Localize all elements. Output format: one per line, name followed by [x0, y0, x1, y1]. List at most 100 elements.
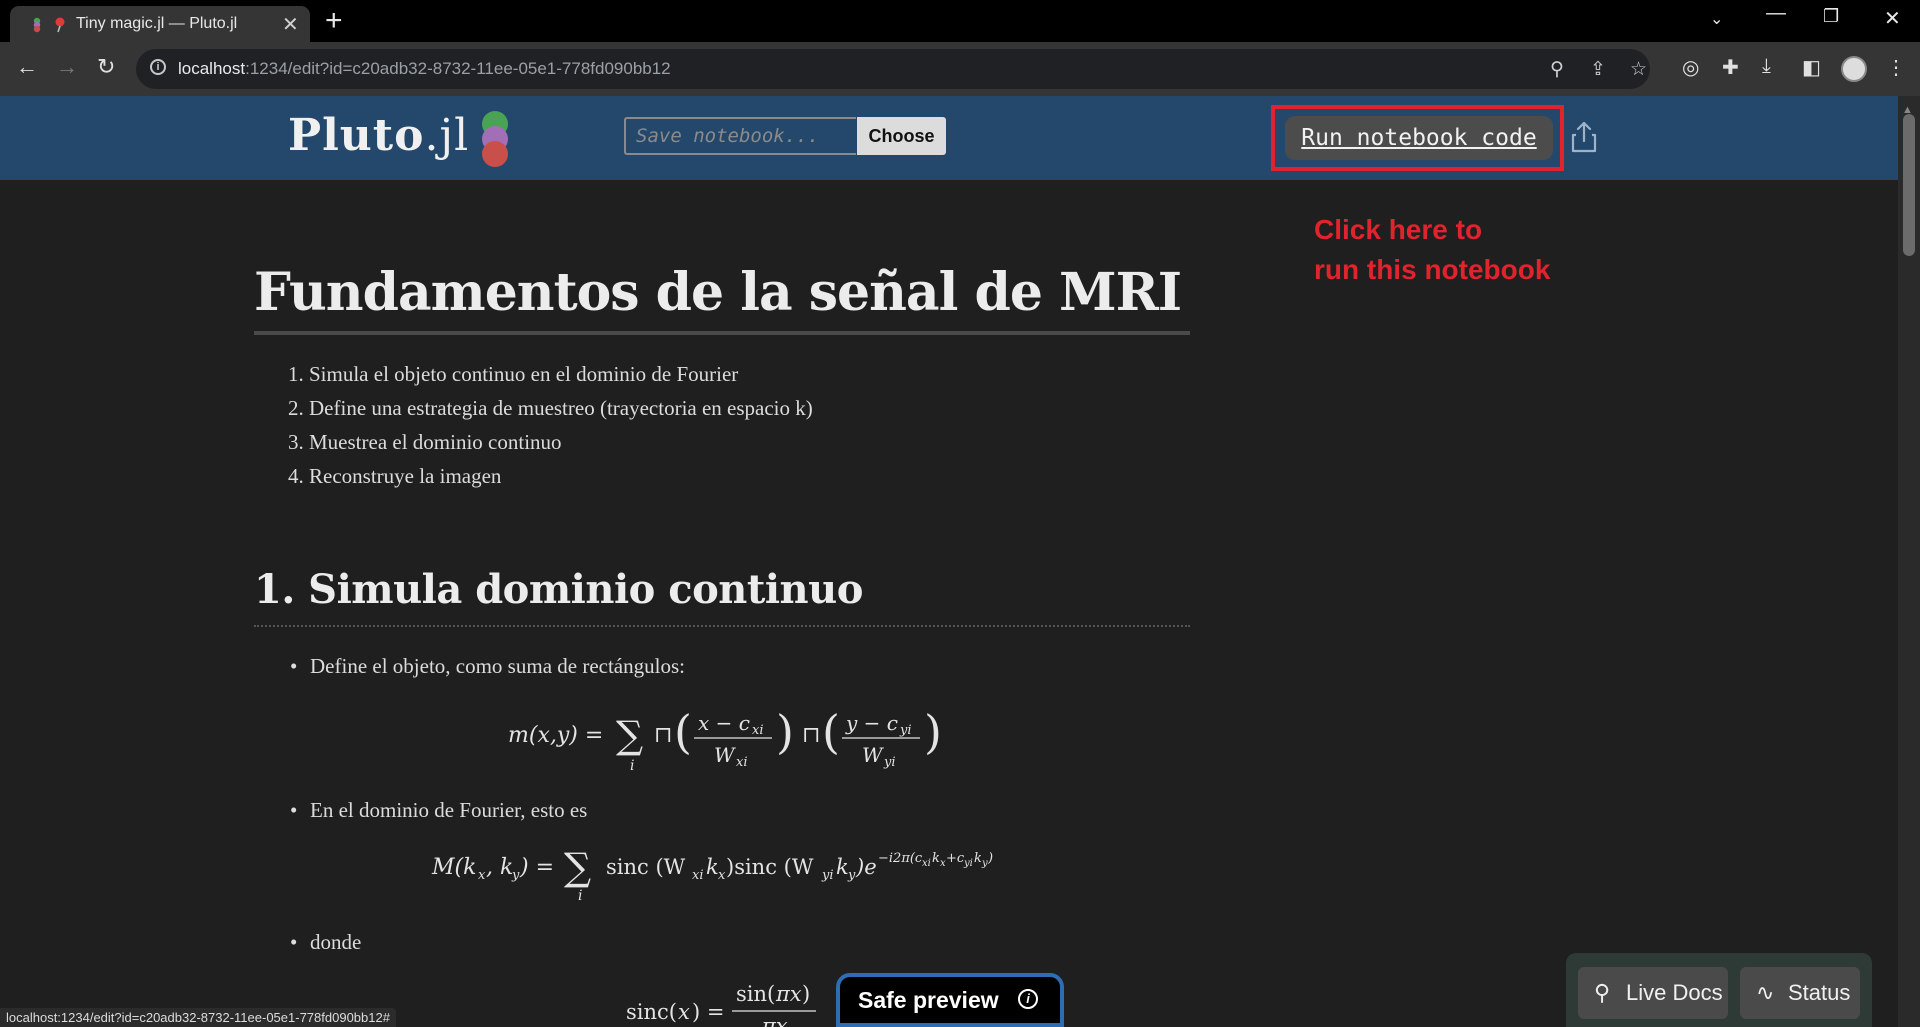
restore-icon[interactable]: ❐ [1823, 6, 1839, 27]
browser-titlebar: Tiny magic.jl — Pluto.jl ✕ + ⌄ — ❐ ✕ [0, 0, 1920, 42]
svg-text:k: k [706, 855, 719, 879]
svg-text:)e: )e [855, 855, 877, 879]
svg-text:sin(: sin( [736, 982, 775, 1006]
sinc-equation: sinc( x ) = sin( πx ) πx [626, 982, 816, 1027]
page-scrollbar[interactable]: ▲ [1898, 96, 1920, 1027]
step-item: 1. Simula el objeto continuo en el domin… [288, 362, 739, 386]
svg-text:sinc(: sinc( [626, 1000, 677, 1024]
svg-text:y: y [981, 858, 988, 869]
scroll-thumb[interactable] [1903, 114, 1915, 256]
back-icon[interactable]: ← [16, 54, 38, 80]
svg-text:xi: xi [736, 755, 748, 770]
svg-text:x: x [478, 868, 486, 883]
choose-button[interactable]: Choose [857, 117, 946, 155]
share-page-icon[interactable]: ⇪ [1590, 58, 1606, 81]
section-heading: 1. Simula dominio continuo [254, 566, 863, 613]
svg-text:i: i [630, 758, 634, 774]
svg-text:yi: yi [963, 858, 973, 869]
reload-icon[interactable]: ↻ [97, 54, 115, 80]
svg-text:M(k: M(k [431, 855, 476, 880]
address-bar[interactable]: i localhost:1234/edit?id=c20adb32-8732-1… [136, 49, 1650, 89]
run-notebook-code-button[interactable]: Run notebook code [1285, 116, 1553, 160]
search-icon: ⚲ [1594, 980, 1611, 1005]
save-notebook-input[interactable]: Save notebook... [624, 117, 856, 155]
live-docs-button[interactable]: ⚲ Live Docs [1578, 967, 1728, 1019]
svg-text:x − c: x − c [698, 711, 750, 735]
svg-text:yi: yi [899, 723, 912, 738]
help-box: ⚲ Live Docs ∿ Status [1566, 953, 1872, 1027]
extension-target-icon[interactable]: ◎ [1682, 55, 1699, 80]
svg-text:y: y [511, 868, 520, 883]
step-item: 4. Reconstruye la imagen [288, 464, 502, 488]
svg-text:sinc (W: sinc (W [606, 855, 686, 879]
pluto-logo[interactable]: Pluto.jl [288, 110, 469, 161]
svg-text:xi: xi [752, 723, 764, 738]
svg-text:⊓: ⊓ [802, 723, 820, 748]
svg-text:k: k [974, 851, 982, 866]
step-item: 3. Muestrea el dominio continuo [288, 430, 562, 454]
tab-title: Tiny magic.jl — Pluto.jl [76, 15, 238, 32]
svg-text:yi: yi [821, 868, 834, 883]
export-share-icon[interactable] [1570, 120, 1598, 154]
browser-tab[interactable]: Tiny magic.jl — Pluto.jl ✕ [10, 6, 310, 42]
svg-text:xi: xi [922, 858, 931, 869]
activity-pulse-icon: ∿ [1756, 980, 1775, 1005]
run-annotation: Click here to run this notebook [1314, 214, 1551, 285]
svg-text:W: W [714, 743, 736, 767]
object-equation: m(x,y) = ∑ i ⊓ ( x − c xi W xi ) ⊓ ( y −… [508, 705, 942, 774]
svg-text:k: k [932, 851, 940, 866]
svg-text:−i2π(c: −i2π(c [878, 851, 923, 866]
svg-text:m(x,y) =: m(x,y) = [508, 723, 603, 748]
site-info-icon[interactable]: i [150, 59, 166, 75]
svg-text:)sinc (W: )sinc (W [726, 855, 814, 879]
svg-text:y − c: y − c [845, 711, 898, 735]
svg-text:xi: xi [692, 868, 704, 883]
svg-text:y: y [847, 868, 856, 883]
side-panel-icon[interactable]: ◧ [1802, 55, 1821, 80]
logo-red-dot [482, 141, 508, 167]
svg-text:(: ( [822, 705, 840, 759]
section-divider [254, 625, 1190, 627]
window-close-icon[interactable]: ✕ [1884, 6, 1901, 31]
pluto-favicon-icon [33, 17, 41, 33]
extensions-puzzle-icon[interactable]: ✚ [1722, 55, 1739, 80]
status-button[interactable]: ∿ Status [1740, 967, 1860, 1019]
browser-toolbar: ← → ↻ i localhost:1234/edit?id=c20adb32-… [0, 42, 1920, 96]
profile-avatar[interactable] [1841, 56, 1867, 82]
svg-text:πx: πx [775, 982, 802, 1006]
url-text: localhost:1234/edit?id=c20adb32-8732-11e… [178, 59, 671, 78]
svg-text:⊓: ⊓ [654, 723, 672, 748]
svg-text:, k: , k [486, 855, 513, 880]
svg-text:) =: ) = [519, 855, 554, 880]
info-icon[interactable]: i [1018, 989, 1038, 1009]
title-divider [254, 331, 1190, 335]
notebook-title: Fundamentos de la señal de MRI [254, 262, 1182, 323]
minimize-icon[interactable]: — [1766, 2, 1786, 25]
browser-menu-icon[interactable]: ⋮ [1886, 55, 1906, 80]
pluto-header: Pluto.jl Save notebook... Choose [0, 96, 1898, 180]
svg-text:πx: πx [761, 1014, 788, 1027]
svg-text:): ) [924, 705, 942, 759]
new-tab-icon[interactable]: + [325, 4, 343, 38]
svg-text:i: i [578, 888, 582, 904]
svg-text:): ) [987, 851, 993, 866]
svg-text:+c: +c [946, 851, 965, 866]
bookmark-star-icon[interactable]: ☆ [1630, 58, 1647, 81]
svg-text:): ) [776, 705, 794, 759]
zoom-icon[interactable]: ⚲ [1550, 58, 1564, 81]
svg-text:∑: ∑ [616, 713, 643, 757]
download-icon[interactable]: ⤓ [1762, 55, 1771, 78]
safe-preview-badge[interactable]: Safe preview i [836, 973, 1064, 1027]
fourier-equation: M(k x , k y ) = ∑ i sinc (W xi k x )sinc… [431, 845, 993, 904]
svg-text:∑: ∑ [564, 845, 591, 889]
pin-icon [55, 17, 65, 33]
tab-search-chevron-icon[interactable]: ⌄ [1710, 9, 1723, 29]
svg-text:) =: ) = [692, 1000, 724, 1024]
svg-text:x: x [718, 868, 726, 883]
svg-text:k: k [836, 855, 849, 879]
tab-close-icon[interactable]: ✕ [282, 12, 299, 37]
svg-text:W: W [862, 743, 884, 767]
forward-icon[interactable]: → [56, 54, 78, 80]
svg-text:yi: yi [883, 755, 896, 770]
svg-text:x: x [678, 1000, 690, 1024]
